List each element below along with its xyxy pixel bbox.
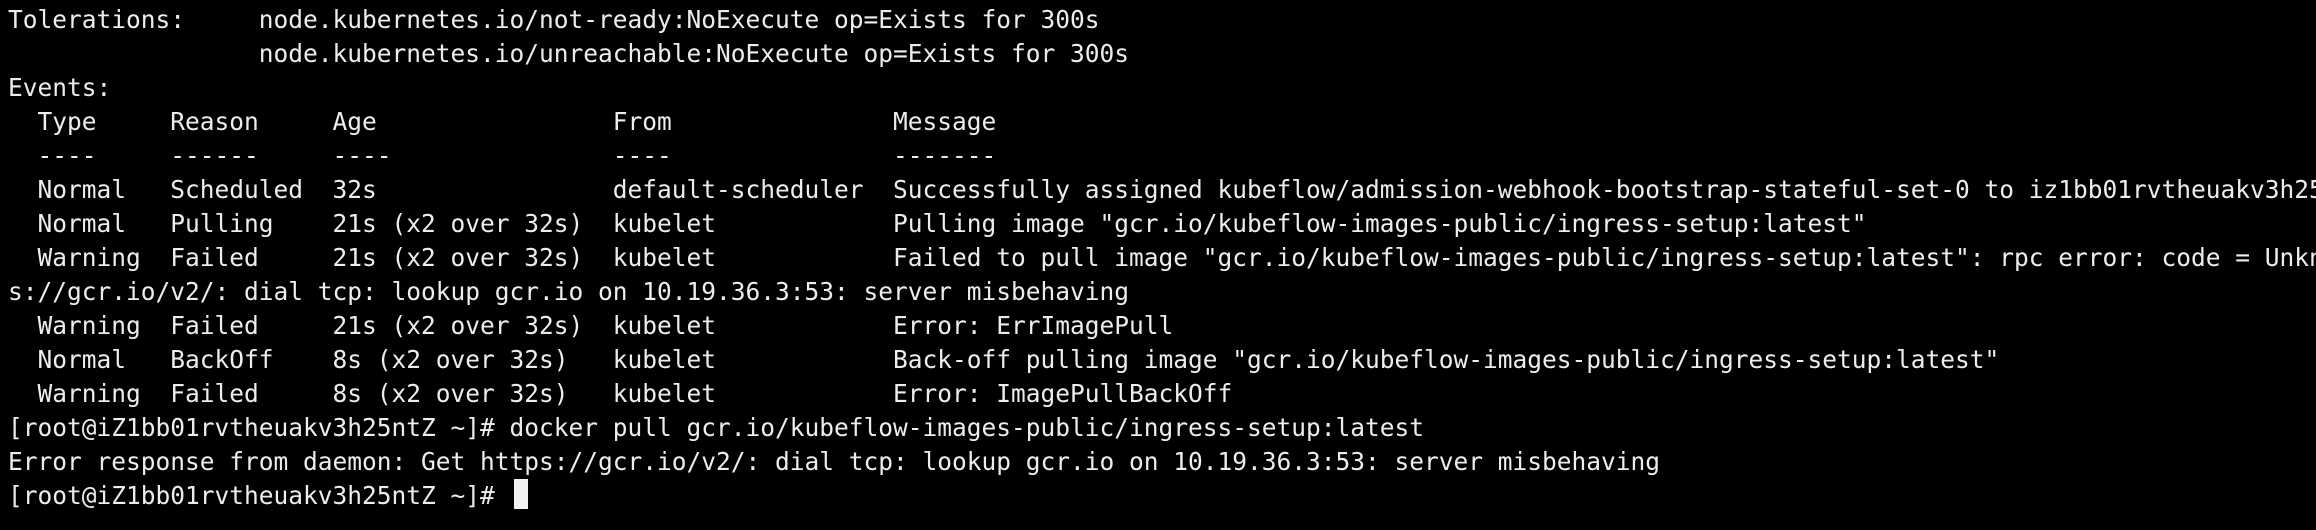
event-row: Warning Failed 21s (x2 over 32s) kubelet…	[8, 311, 1174, 340]
terminal-line: Events:	[8, 73, 112, 102]
events-table-separator: ---- ------ ---- ---- -------	[8, 141, 997, 170]
event-row: Normal BackOff 8s (x2 over 32s) kubelet …	[8, 345, 2000, 374]
text-cursor[interactable]	[513, 479, 528, 509]
terminal-line: node.kubernetes.io/unreachable:NoExecute…	[8, 39, 1130, 68]
terminal-line: Tolerations: node.kubernetes.io/not-read…	[8, 5, 1100, 34]
event-row: Warning Failed 8s (x2 over 32s) kubelet …	[8, 379, 1233, 408]
event-row: Warning Failed 21s (x2 over 32s) kubelet…	[8, 243, 2316, 272]
event-row-wrap: s://gcr.io/v2/: dial tcp: lookup gcr.io …	[8, 277, 1130, 306]
error-output-line: Error response from daemon: Get https://…	[8, 447, 1661, 476]
event-row: Normal Scheduled 32s default-scheduler S…	[8, 175, 2316, 204]
event-row: Normal Pulling 21s (x2 over 32s) kubelet…	[8, 209, 1867, 238]
events-table-header: Type Reason Age From Message	[8, 107, 997, 136]
shell-prompt: [root@iZ1bb01rvtheuakv3h25ntZ ~]#	[8, 481, 510, 510]
terminal-window[interactable]: Tolerations: node.kubernetes.io/not-read…	[0, 0, 2316, 530]
command-line: [root@iZ1bb01rvtheuakv3h25ntZ ~]# docker…	[8, 413, 1425, 442]
active-prompt-line[interactable]: [root@iZ1bb01rvtheuakv3h25ntZ ~]#	[8, 479, 2316, 513]
